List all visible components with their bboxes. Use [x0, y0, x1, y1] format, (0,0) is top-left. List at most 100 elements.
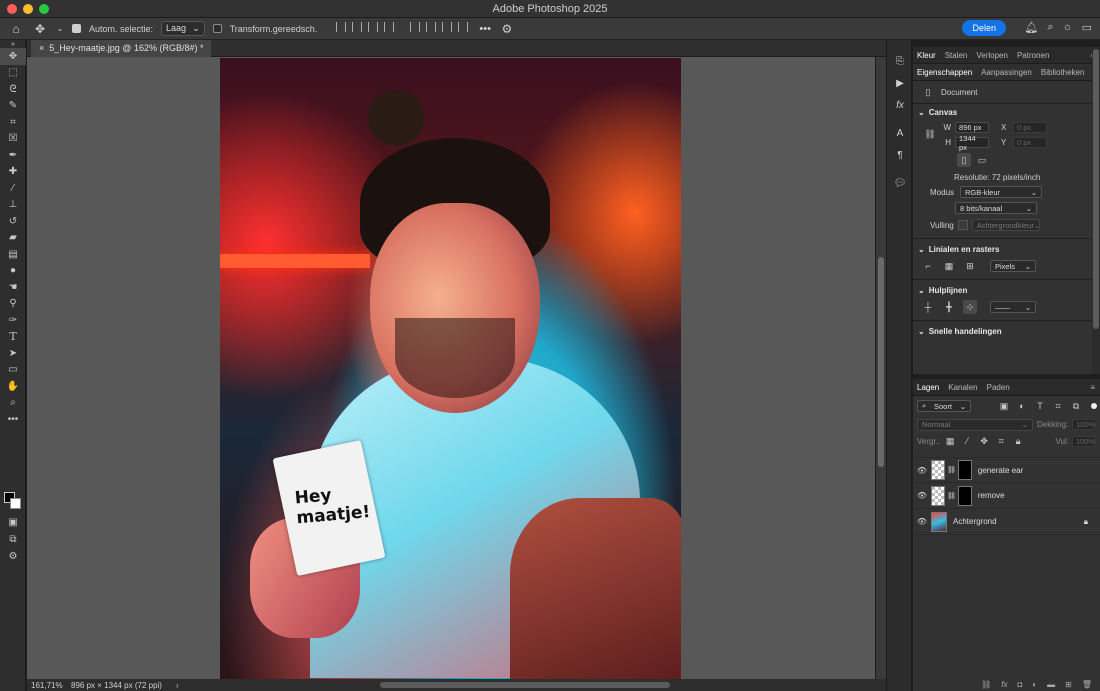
home-icon[interactable]: ⌂	[8, 22, 24, 36]
distribute-icon[interactable]	[384, 22, 395, 32]
gear-icon[interactable]: ⚙	[499, 22, 515, 36]
vertical-scroll-thumb[interactable]	[878, 257, 884, 467]
lock-artboard-icon[interactable]: ⌗	[994, 434, 1008, 448]
crop-tool[interactable]: ⌗	[0, 114, 26, 131]
grid-icon[interactable]: ▦	[942, 259, 956, 273]
more-options-button[interactable]: •••	[479, 23, 491, 35]
filter-smart-object-icon[interactable]: ⧉	[1069, 399, 1083, 413]
tab-eigenschappen[interactable]: Eigenschappen	[917, 65, 972, 80]
width-field[interactable]: 896 px	[955, 122, 989, 133]
link-icon[interactable]: ⛓	[923, 128, 937, 142]
mode-dropdown[interactable]: RGB-kleur ⌄	[960, 186, 1043, 198]
y-field[interactable]: 0 px	[1013, 137, 1047, 148]
eye-icon[interactable]: 👁︎	[913, 517, 931, 526]
layer-row[interactable]: 👁︎ ⛓ generate ear	[913, 457, 1100, 483]
blur-tool[interactable]: ●	[0, 263, 26, 280]
comment-icon[interactable]: 💬︎	[887, 172, 913, 194]
dodge-tool[interactable]: ⚲	[0, 296, 26, 313]
tab-lagen[interactable]: Lagen	[917, 380, 939, 395]
workspace-icon[interactable]: ▭	[1082, 21, 1092, 34]
align-bottom-icon[interactable]	[442, 22, 453, 32]
height-field[interactable]: 1344 px	[955, 134, 989, 152]
zoom-tool[interactable]: ⌕	[0, 395, 26, 412]
adjustment-layer-icon[interactable]: ◐	[1032, 680, 1037, 689]
fx-icon[interactable]: fx	[1001, 680, 1007, 689]
lasso-tool[interactable]: ᘓ	[0, 81, 26, 98]
lock-pixels-icon[interactable]: ⁄	[960, 434, 974, 448]
auto-select-target-dropdown[interactable]: Laag ⌄	[161, 21, 205, 36]
distribute-vertical-icon[interactable]	[458, 22, 469, 32]
align-right-icon[interactable]	[368, 22, 379, 32]
link-icon[interactable]: ⛓	[947, 466, 956, 474]
quick-select-tool[interactable]: ✎	[0, 98, 26, 115]
lock-all-icon[interactable]: 🔒︎	[1011, 434, 1025, 448]
properties-scrollbar[interactable]	[1092, 47, 1100, 374]
pen-tool[interactable]: ✑	[0, 312, 26, 329]
properties-scroll-thumb[interactable]	[1093, 49, 1099, 329]
link-layers-icon[interactable]: ⛓	[981, 680, 991, 689]
fill-field[interactable]: 100%	[1072, 435, 1096, 447]
panel-menu-icon[interactable]: ≡	[1090, 383, 1095, 392]
add-mask-icon[interactable]: ◘	[1017, 680, 1022, 689]
move-tool-preset-icon[interactable]: ✥	[32, 22, 48, 36]
marquee-tool[interactable]: ⬚	[0, 65, 26, 82]
minimize-window-button[interactable]	[23, 4, 33, 14]
landscape-icon[interactable]: ▭	[975, 153, 989, 167]
document-tab[interactable]: × 5_Hey-maatje.jpg @ 162% (RGB/8#) *	[31, 40, 212, 57]
ruler-icon[interactable]: ⌐	[921, 259, 935, 273]
lock-position-icon[interactable]: ✥	[977, 434, 991, 448]
align-hcenter-icon[interactable]	[352, 22, 363, 32]
align-top-icon[interactable]	[410, 22, 421, 32]
hand-tool[interactable]: ✋	[0, 378, 26, 395]
zoom-level[interactable]: 161,71%	[27, 681, 71, 690]
search-icon[interactable]: ⌕	[1047, 21, 1053, 34]
shape-tool[interactable]: ▭	[0, 362, 26, 379]
edit-toolbar-icon[interactable]: ⚙	[0, 548, 26, 565]
close-window-button[interactable]	[7, 4, 17, 14]
path-select-tool[interactable]: ➤	[0, 345, 26, 362]
pixel-grid-icon[interactable]: ⊞	[963, 259, 977, 273]
rulers-section-header[interactable]: ⌄ Linialen en rasters	[913, 241, 1100, 257]
horizontal-scroll-thumb[interactable]	[380, 682, 670, 688]
frame-tool[interactable]: ☒	[0, 131, 26, 148]
paragraph-icon[interactable]: ¶	[887, 144, 913, 166]
trash-icon[interactable]: 🗑︎	[1082, 680, 1092, 689]
new-group-icon[interactable]: ▬	[1047, 680, 1055, 689]
link-icon[interactable]: ⛓	[947, 492, 956, 500]
guide-snap-icon[interactable]: ⊹	[963, 300, 977, 314]
layer-mask-thumbnail[interactable]	[957, 460, 972, 480]
filter-toggle-icon[interactable]	[1091, 403, 1097, 409]
vertical-scrollbar[interactable]	[876, 57, 886, 679]
status-menu-arrow[interactable]: ›	[176, 681, 179, 690]
smudge-tool[interactable]: ☚	[0, 279, 26, 296]
gradient-tool[interactable]: ▤	[0, 246, 26, 263]
lock-transparency-icon[interactable]: ▦	[943, 434, 957, 448]
canvas-section-header[interactable]: ⌄ Canvas	[913, 104, 1100, 120]
screen-mode-icon[interactable]: ⧉	[0, 531, 26, 548]
canvas-area[interactable]: Hey maatje!	[27, 57, 875, 679]
portrait-icon[interactable]: ▯	[957, 153, 971, 167]
guide-style-dropdown[interactable]: —— ⌄	[990, 301, 1036, 313]
tab-aanpassingen[interactable]: Aanpassingen	[981, 65, 1032, 80]
x-field[interactable]: 0 px	[1013, 122, 1047, 133]
fx-icon[interactable]: fx	[887, 94, 913, 116]
background-color-swatch[interactable]	[10, 498, 21, 509]
align-left-icon[interactable]	[336, 22, 347, 32]
tab-kanalen[interactable]: Kanalen	[948, 380, 977, 395]
layer-row[interactable]: 👁︎ Achtergrond 🔒︎	[913, 509, 1100, 535]
type-tool[interactable]: T	[0, 329, 26, 346]
tab-kleur[interactable]: Kleur	[917, 48, 936, 63]
units-dropdown[interactable]: Pixels ⌄	[990, 260, 1036, 272]
filter-type-icon[interactable]: T	[1033, 399, 1047, 413]
bell-icon[interactable]: 🔔︎	[1024, 21, 1038, 34]
stamp-tool[interactable]: ⊥	[0, 197, 26, 214]
layer-row[interactable]: 👁︎ ⛓ remove	[913, 483, 1100, 509]
collapse-toolbar-icon[interactable]: »	[0, 40, 26, 48]
more-tools[interactable]: •••	[0, 411, 26, 428]
tab-verlopen[interactable]: Verlopen	[976, 48, 1008, 63]
align-vcenter-icon[interactable]	[426, 22, 437, 32]
guide-layout-icon[interactable]: ┼	[921, 300, 935, 314]
fill-swatch[interactable]	[957, 220, 968, 230]
brush-tool[interactable]: ⁄	[0, 180, 26, 197]
quick-actions-section-header[interactable]: ⌄ Snelle handelingen	[913, 323, 1100, 339]
